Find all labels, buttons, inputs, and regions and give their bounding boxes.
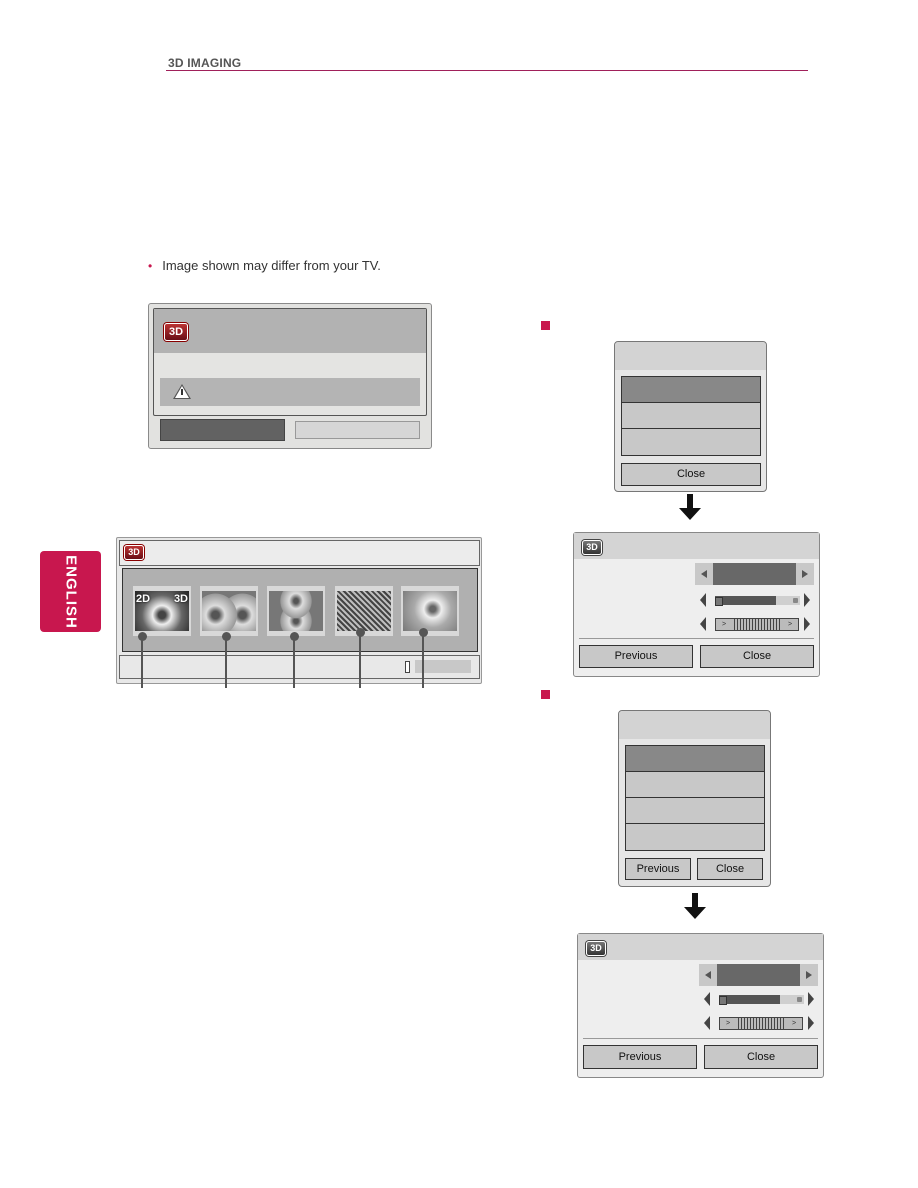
menu-list bbox=[625, 745, 765, 851]
callout-line bbox=[359, 632, 361, 688]
flower-image bbox=[337, 591, 391, 631]
cancel-button[interactable] bbox=[295, 421, 420, 439]
mode-thumb-top-bottom[interactable] bbox=[267, 586, 325, 636]
previous-button[interactable]: Previous bbox=[583, 1045, 697, 1069]
mode-thumb-checkerboard[interactable] bbox=[335, 586, 393, 636]
previous-button[interactable]: Previous bbox=[625, 858, 691, 880]
section-marker-icon bbox=[541, 690, 550, 699]
3d-mode-header: 3D bbox=[119, 540, 480, 566]
depth-slider[interactable] bbox=[719, 995, 804, 1005]
selector-value bbox=[713, 563, 796, 585]
flower-image bbox=[403, 591, 457, 631]
header-rule bbox=[166, 70, 808, 71]
3d-mode-footer bbox=[119, 655, 480, 679]
note-text: Image shown may differ from your TV. bbox=[162, 258, 381, 273]
menu-list bbox=[621, 376, 761, 456]
mode-thumb-side-by-side[interactable] bbox=[200, 586, 258, 636]
slider-fill bbox=[715, 596, 777, 605]
warning-panel: 3D bbox=[153, 308, 427, 416]
warning-message-bar bbox=[160, 378, 420, 406]
arrow-left-icon[interactable] bbox=[704, 992, 710, 1006]
menu-item[interactable] bbox=[626, 824, 764, 850]
arrow-right-icon[interactable] bbox=[804, 593, 810, 607]
thumb-label-2d: 2D bbox=[136, 593, 151, 605]
mode-thumb-single-frame[interactable] bbox=[401, 586, 459, 636]
callout-line bbox=[141, 636, 143, 688]
arrow-left-icon[interactable] bbox=[701, 570, 707, 578]
menu-dialog-2: Previous Close bbox=[618, 710, 771, 887]
close-button[interactable]: Close bbox=[700, 645, 814, 668]
previous-button[interactable]: Previous bbox=[579, 645, 693, 668]
confirm-button[interactable] bbox=[160, 419, 285, 441]
menu-item[interactable] bbox=[622, 403, 760, 429]
warning-dialog: 3D bbox=[148, 303, 432, 449]
warning-header: 3D bbox=[154, 309, 426, 353]
callout-line bbox=[293, 636, 295, 688]
menu-item[interactable] bbox=[622, 377, 760, 403]
thumb-label-3d: 3D bbox=[173, 593, 188, 605]
slider-end-icon bbox=[793, 598, 798, 603]
arrow-left-icon[interactable] bbox=[700, 617, 706, 631]
arrow-right-icon[interactable] bbox=[802, 570, 808, 578]
arrow-right-icon[interactable] bbox=[808, 1016, 814, 1030]
3d-logo-icon: 3D bbox=[164, 323, 188, 341]
arrow-right-icon[interactable] bbox=[804, 617, 810, 631]
slider-end-icon bbox=[797, 997, 802, 1002]
3d-logo-icon: 3D bbox=[586, 941, 606, 956]
arrow-left-icon[interactable] bbox=[700, 593, 706, 607]
arrow-left-icon[interactable] bbox=[704, 1016, 710, 1030]
arrow-right-icon[interactable] bbox=[806, 971, 812, 979]
bullet-icon: • bbox=[148, 259, 153, 273]
ruler-cap-icon: > bbox=[782, 619, 798, 630]
3d-logo-icon: 3D bbox=[582, 540, 602, 555]
3d-logo-icon: 3D bbox=[124, 545, 144, 560]
section-title: 3D IMAGING bbox=[168, 56, 242, 70]
selector-value bbox=[717, 964, 800, 986]
section-marker-icon bbox=[541, 321, 550, 330]
language-label: ENGLISH bbox=[62, 554, 79, 629]
settings-dialog-1: 3D > > Previous Close bbox=[573, 532, 820, 677]
mode-selector[interactable] bbox=[699, 964, 818, 986]
ruler-cap-icon: > bbox=[720, 1018, 736, 1029]
slider-knob[interactable] bbox=[715, 597, 723, 606]
menu-dialog-1: Close bbox=[614, 341, 767, 492]
menu-header bbox=[619, 711, 770, 739]
mode-selector[interactable] bbox=[695, 563, 814, 585]
mode-thumb-2d-to-3d[interactable]: 2D 3D bbox=[133, 586, 191, 636]
3d-mode-dialog: 3D 2D 3D bbox=[116, 537, 482, 684]
divider bbox=[579, 638, 814, 639]
menu-item[interactable] bbox=[626, 798, 764, 824]
arrow-down-icon bbox=[684, 893, 706, 921]
settings-header: 3D bbox=[574, 533, 819, 559]
menu-header bbox=[615, 342, 766, 370]
menu-item[interactable] bbox=[626, 772, 764, 798]
divider bbox=[583, 1038, 818, 1039]
slider-knob[interactable] bbox=[719, 996, 727, 1005]
menu-item[interactable] bbox=[626, 746, 764, 772]
viewpoint-ruler[interactable]: > > bbox=[719, 1017, 803, 1030]
menu-item[interactable] bbox=[622, 429, 760, 455]
settings-dialog-2: 3D > > Previous Close bbox=[577, 933, 824, 1078]
ruler-cap-icon: > bbox=[716, 619, 732, 630]
arrow-right-icon[interactable] bbox=[808, 992, 814, 1006]
arrow-down-icon bbox=[679, 494, 701, 522]
depth-slider[interactable] bbox=[715, 596, 800, 606]
note: • Image shown may differ from your TV. bbox=[148, 258, 381, 273]
callout-line bbox=[225, 636, 227, 688]
flower-image bbox=[202, 591, 256, 631]
close-button[interactable]: Close bbox=[621, 463, 761, 486]
3d-mode-options: 2D 3D bbox=[122, 568, 478, 652]
close-button[interactable]: Close bbox=[697, 858, 763, 880]
callout-line bbox=[422, 632, 424, 688]
settings-header: 3D bbox=[578, 934, 823, 960]
slider-fill bbox=[719, 995, 781, 1004]
flower-image bbox=[269, 591, 323, 631]
arrow-left-icon[interactable] bbox=[705, 971, 711, 979]
ruler-cap-icon: > bbox=[786, 1018, 802, 1029]
close-button[interactable]: Close bbox=[704, 1045, 818, 1069]
viewpoint-ruler[interactable]: > > bbox=[715, 618, 799, 631]
language-tab: ENGLISH bbox=[40, 551, 101, 632]
warning-icon bbox=[173, 384, 191, 399]
